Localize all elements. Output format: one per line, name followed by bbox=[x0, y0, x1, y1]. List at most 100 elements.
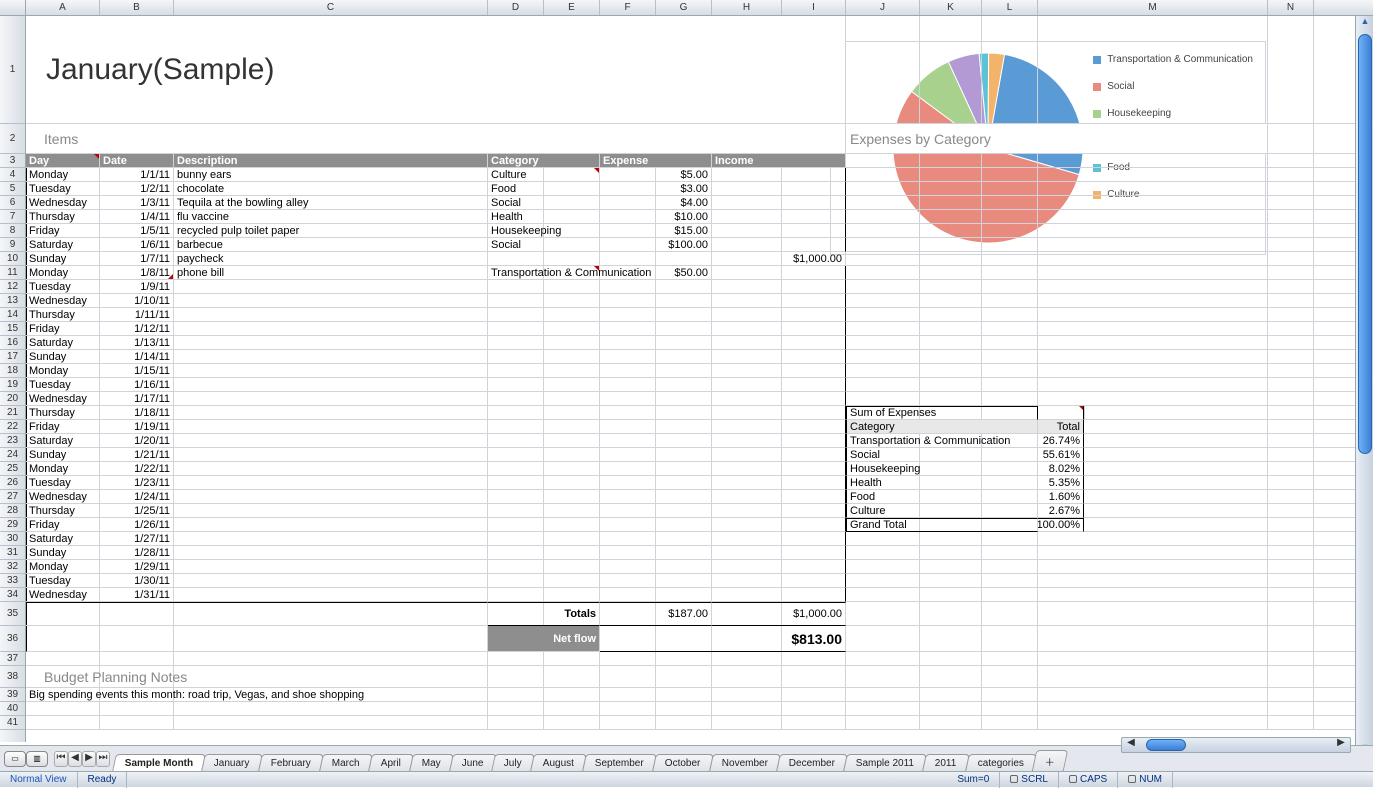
cell-day-19[interactable]: Tuesday bbox=[26, 378, 100, 392]
cell-C24[interactable] bbox=[174, 448, 488, 462]
cell-day-10[interactable]: Sunday bbox=[26, 252, 100, 266]
cell-date-8[interactable]: 1/5/11 bbox=[100, 224, 174, 238]
cell-exp-7[interactable]: $10.00 bbox=[600, 210, 712, 224]
cell-L36[interactable] bbox=[982, 626, 1038, 652]
cell-K20[interactable] bbox=[920, 392, 982, 406]
cell-H27[interactable] bbox=[712, 490, 782, 504]
cell-F31[interactable] bbox=[600, 546, 656, 560]
cell-F28[interactable] bbox=[600, 504, 656, 518]
col-header-G[interactable]: G bbox=[656, 0, 712, 15]
cell-E18[interactable] bbox=[544, 364, 600, 378]
cell-L19[interactable] bbox=[982, 378, 1038, 392]
cell-J41[interactable] bbox=[846, 716, 920, 730]
cell-E37[interactable] bbox=[544, 652, 600, 666]
cell-H30[interactable] bbox=[712, 532, 782, 546]
cell-N31[interactable] bbox=[1268, 546, 1314, 560]
cell-day-11[interactable]: Monday bbox=[26, 266, 100, 280]
cell-I7[interactable] bbox=[782, 210, 846, 224]
cell-M18[interactable] bbox=[1038, 364, 1268, 378]
cell-J37[interactable] bbox=[846, 652, 920, 666]
cell-L41[interactable] bbox=[982, 716, 1038, 730]
cell-J1[interactable] bbox=[846, 16, 920, 124]
cell-B37[interactable] bbox=[100, 652, 174, 666]
row-header-33[interactable]: 33 bbox=[0, 574, 25, 588]
cell-cat-9[interactable]: Social bbox=[488, 238, 600, 252]
cell-F41[interactable] bbox=[600, 716, 656, 730]
row-header-25[interactable]: 25 bbox=[0, 462, 25, 476]
cell-D41[interactable] bbox=[488, 716, 544, 730]
cell-M35[interactable] bbox=[1038, 602, 1268, 626]
cell-J36[interactable] bbox=[846, 626, 920, 652]
cell-G41[interactable] bbox=[656, 716, 712, 730]
cell-H22[interactable] bbox=[712, 420, 782, 434]
cell-date-21[interactable]: 1/18/11 bbox=[100, 406, 174, 420]
cell-H32[interactable] bbox=[712, 560, 782, 574]
row-header-6[interactable]: 6 bbox=[0, 196, 25, 210]
cell-day-12[interactable]: Tuesday bbox=[26, 280, 100, 294]
cell-F18[interactable] bbox=[600, 364, 656, 378]
cell-cat-5[interactable]: Food bbox=[488, 182, 600, 196]
cell-day-24[interactable]: Sunday bbox=[26, 448, 100, 462]
cell-date-22[interactable]: 1/19/11 bbox=[100, 420, 174, 434]
view-pagelayout-icon[interactable]: ▥ bbox=[26, 751, 48, 767]
cell-J17[interactable] bbox=[846, 350, 920, 364]
col-header-J[interactable]: J bbox=[846, 0, 920, 15]
cell-day-26[interactable]: Tuesday bbox=[26, 476, 100, 490]
select-all-corner[interactable] bbox=[0, 0, 26, 15]
cell-N23[interactable] bbox=[1268, 434, 1314, 448]
cell-cat-10[interactable] bbox=[488, 252, 600, 266]
sheet-tab-august[interactable]: August bbox=[530, 754, 587, 771]
cell-N1[interactable] bbox=[1268, 16, 1314, 124]
cell-C36[interactable] bbox=[174, 626, 488, 652]
cell-I20[interactable] bbox=[782, 392, 846, 406]
cell-day-18[interactable]: Monday bbox=[26, 364, 100, 378]
cell-date-6[interactable]: 1/3/11 bbox=[100, 196, 174, 210]
cell-exp-8[interactable]: $15.00 bbox=[600, 224, 712, 238]
cell-cat-6[interactable]: Social bbox=[488, 196, 600, 210]
row-header-14[interactable]: 14 bbox=[0, 308, 25, 322]
cell-C20[interactable] bbox=[174, 392, 488, 406]
cell-L4[interactable] bbox=[982, 168, 1038, 182]
cell-N28[interactable] bbox=[1268, 504, 1314, 518]
cell-N40[interactable] bbox=[1268, 702, 1314, 716]
cell-C26[interactable] bbox=[174, 476, 488, 490]
cell-C29[interactable] bbox=[174, 518, 488, 532]
cell-day-34[interactable]: Wednesday bbox=[26, 588, 100, 602]
cell-C17[interactable] bbox=[174, 350, 488, 364]
cell-L17[interactable] bbox=[982, 350, 1038, 364]
hscroll-thumb[interactable] bbox=[1146, 739, 1186, 751]
cell-H17[interactable] bbox=[712, 350, 782, 364]
cell-D23[interactable] bbox=[488, 434, 544, 448]
cell-H26[interactable] bbox=[712, 476, 782, 490]
cell-J18[interactable] bbox=[846, 364, 920, 378]
cell-K14[interactable] bbox=[920, 308, 982, 322]
cell-I13[interactable] bbox=[782, 294, 846, 308]
row-header-36[interactable]: 36 bbox=[0, 626, 25, 652]
row-header-38[interactable]: 38 bbox=[0, 666, 25, 688]
cell-F32[interactable] bbox=[600, 560, 656, 574]
cell-K1[interactable] bbox=[920, 16, 982, 124]
cell-exp-6[interactable]: $4.00 bbox=[600, 196, 712, 210]
cell-J3[interactable] bbox=[846, 154, 920, 168]
cell-E16[interactable] bbox=[544, 336, 600, 350]
row-header-22[interactable]: 22 bbox=[0, 420, 25, 434]
cell-M12[interactable] bbox=[1038, 280, 1268, 294]
col-header-K[interactable]: K bbox=[920, 0, 982, 15]
cell-G15[interactable] bbox=[656, 322, 712, 336]
cell-H13[interactable] bbox=[712, 294, 782, 308]
cell-L8[interactable] bbox=[982, 224, 1038, 238]
cell-date-30[interactable]: 1/27/11 bbox=[100, 532, 174, 546]
cell-M9[interactable] bbox=[1038, 238, 1268, 252]
cell-I26[interactable] bbox=[782, 476, 846, 490]
sheet-tab-june[interactable]: June bbox=[449, 754, 496, 771]
cell-K41[interactable] bbox=[920, 716, 982, 730]
sheet-tab-sample-month[interactable]: Sample Month bbox=[112, 754, 206, 771]
cell-L15[interactable] bbox=[982, 322, 1038, 336]
cell-H28[interactable] bbox=[712, 504, 782, 518]
cell-J34[interactable] bbox=[846, 588, 920, 602]
cell-L39[interactable] bbox=[982, 688, 1038, 702]
row-header-34[interactable]: 34 bbox=[0, 588, 25, 602]
cell-N6[interactable] bbox=[1268, 196, 1314, 210]
cell-I37[interactable] bbox=[782, 652, 846, 666]
cell-day-7[interactable]: Thursday bbox=[26, 210, 100, 224]
